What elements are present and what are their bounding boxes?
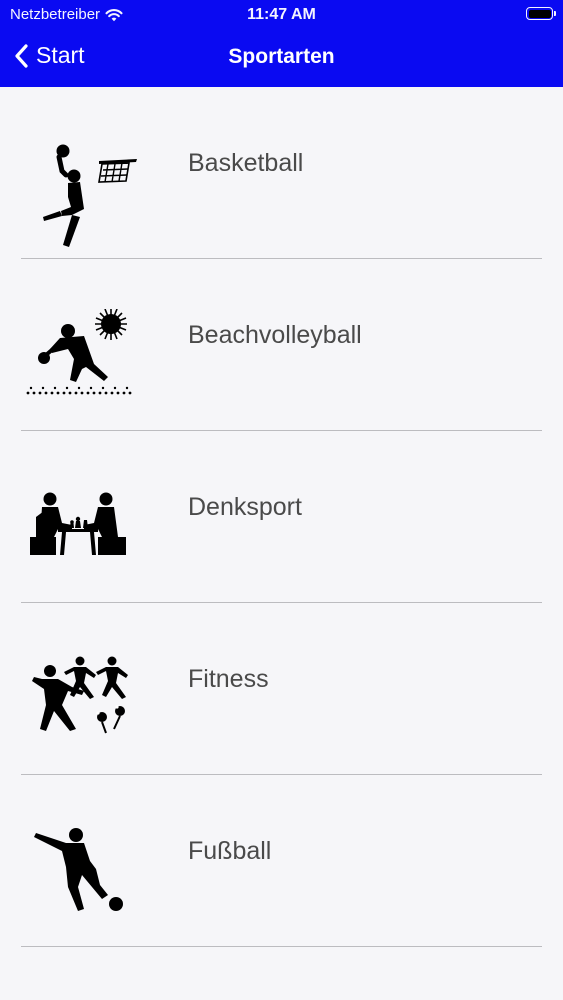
list-item-denksport[interactable]: Denksport [0,431,563,603]
sports-list: Basketball Beachvolleyball Denksport Fit… [0,87,563,947]
status-bar: Netzbetreiber 11:47 AM [0,0,563,30]
list-item-label: Denksport [188,493,302,521]
list-item-label: Fußball [188,837,272,865]
list-item-fussball[interactable]: Fußball [0,775,563,947]
list-item-basketball[interactable]: Basketball [0,87,563,259]
header: Netzbetreiber 11:47 AM Start Sportarten [0,0,563,87]
list-item-fitness[interactable]: Fitness [0,603,563,775]
battery-nub [554,11,556,16]
list-item-beachvolleyball[interactable]: Beachvolleyball [0,259,563,431]
list-item-label: Fitness [188,665,269,693]
nav-bar: Start Sportarten [0,30,563,87]
list-item-label: Basketball [188,149,304,177]
battery-icon [526,7,556,20]
list-item-label: Beachvolleyball [188,321,362,349]
clock: 11:47 AM [247,6,316,23]
basketball-pictogram-icon [22,137,138,253]
beachvolleyball-pictogram-icon [22,309,138,425]
battery-fill [528,9,551,18]
football-pictogram-icon [22,825,138,941]
fitness-pictogram-icon [22,653,138,769]
chess-pictogram-icon [22,481,138,597]
separator [21,946,542,947]
page-title: Sportarten [228,45,335,68]
